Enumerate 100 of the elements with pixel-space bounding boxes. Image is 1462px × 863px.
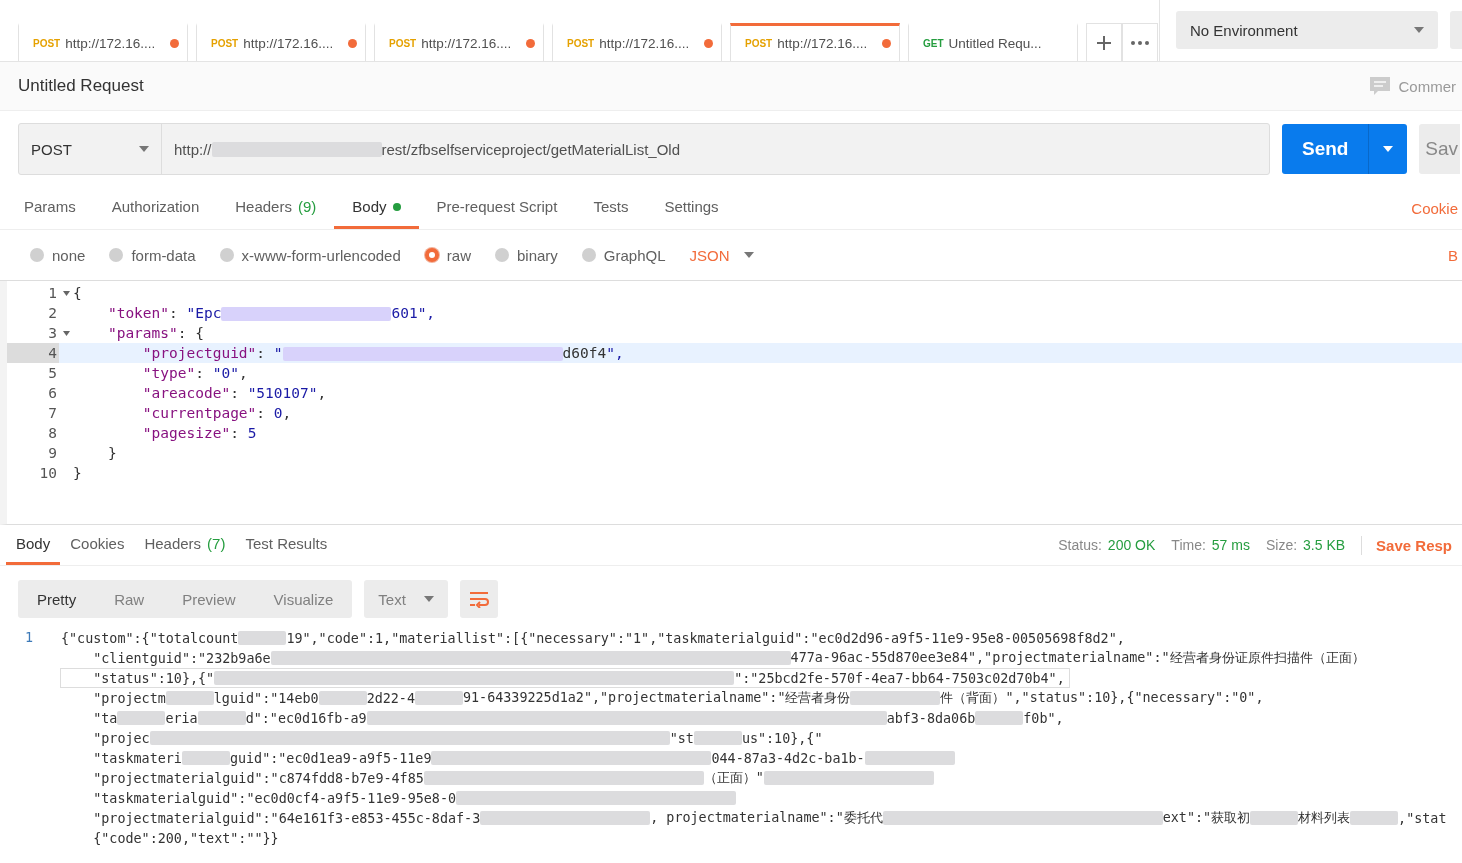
response-tab[interactable]: Headers (7) [134,525,236,565]
caret-icon [1383,146,1394,152]
line-number: 4 [7,343,59,363]
request-tab[interactable]: POST http://172.16.... [374,23,544,61]
tab-title: Untitled Requ... [948,36,1043,51]
code-text: 件（背面）","status":10},{"necessary":"0", [940,689,1264,707]
redaction-blur [318,691,367,705]
stat-value: 200 OK [1107,537,1156,553]
line-number: 8 [47,424,58,443]
code-text: "clientguid":"232b9a6e [92,650,271,666]
code-text: d60f4", [562,344,624,361]
tab-title: http://172.16.... [777,36,869,51]
more-icon [1131,40,1149,45]
code-text: } [73,465,82,481]
code-text: "st [669,730,694,746]
body-type-radio[interactable]: x-www-form-urlencoded [219,246,401,264]
method-label: POST [33,38,61,49]
stat-value: 3.5 KB [1303,537,1346,553]
body-type-radio[interactable]: GraphQL [581,246,666,264]
comment-icon [1370,77,1391,95]
code-text: eria [165,710,198,726]
redaction-blur [238,631,287,645]
code-text: {"code":200,"text":""}} [92,830,279,846]
redaction-blur [693,731,742,745]
request-section-tab[interactable]: Body [334,187,419,229]
body-type-radio[interactable]: binary [494,246,558,264]
method-label: POST [211,38,239,49]
request-tab[interactable]: GET Untitled Requ... [908,23,1078,61]
request-tab[interactable]: POST http://172.16.... [552,23,722,61]
redaction-blur [1350,811,1399,825]
send-button[interactable]: Send [1282,124,1408,174]
request-tab[interactable]: POST http://172.16.... [730,23,900,61]
code-text: "areacode": "510107", [141,385,327,401]
more-button[interactable] [1122,23,1158,61]
code-text: "projectm [92,690,166,706]
caret-icon [743,252,754,258]
plus-icon [1096,34,1112,51]
view-mode-option[interactable]: Preview [163,580,255,618]
tab-title: http://172.16.... [65,36,157,51]
code-text: ":"25bcd2fe-570f-4ea7-bb64-7503c02d70b4", [734,670,1065,686]
request-section-tab[interactable]: Settings [646,187,737,229]
code-text: 601", [391,304,436,321]
code-text: 19","code":1,"materiallist":[{"necessary":"1","taskmaterialguid":"ec0d2d96-a9f5-11e9-95e8-00505698f8d2", [286,630,1125,646]
stat-label: Status: [1058,537,1102,553]
code-text: 477a-96ac-55d870ee3e84","projectmaterialname":"经营者身份证原件扫描件（正面） [790,649,1365,667]
line-number: 7 [47,404,58,423]
view-mode-option[interactable]: Raw [95,580,164,618]
tab-title: http://172.16.... [421,36,513,51]
code-text: "ta [92,710,118,726]
request-tab[interactable]: POST http://172.16.... [196,23,366,61]
wrap-lines-icon[interactable] [459,580,498,618]
code-text: "status":10},{" [92,670,215,686]
body-type-radio[interactable]: none [30,246,86,264]
code-text: 91-64339225d1a2","projectmaterialname":"经营者身份 [463,689,851,707]
stat-label: Time: [1171,537,1206,553]
method-label: POST [567,38,595,49]
view-mode-option[interactable]: Pretty [18,580,96,618]
code-text: us":10},{" [741,730,823,746]
request-name: Untitled Request [18,76,144,96]
request-tab[interactable]: POST http://172.16.... [18,23,188,61]
caret-icon [1414,27,1424,33]
request-section-tab[interactable]: Headers (9) [217,187,335,229]
request-section-tab[interactable]: Params [6,187,94,229]
method-label: POST [389,38,417,49]
request-section-tab[interactable]: Authorization [93,187,218,229]
code-text: "token": "Epc [106,304,222,321]
caret-icon [423,596,434,602]
code-text: ext":"获取初 [1162,809,1251,827]
tab-title: http://172.16.... [599,36,691,51]
code-text: 044-87a3-4d2c-ba1b- [711,750,865,766]
code-text: lguid":"14eb0 [213,690,319,706]
response-tab[interactable]: Cookies [60,525,135,565]
code-text: "currentpage": 0, [141,405,292,421]
code-text: ,"stat [1398,810,1447,826]
response-tab[interactable]: Body [6,525,61,565]
line-number: 9 [47,444,58,463]
line-number: 6 [47,384,58,403]
environment-select[interactable]: No Environment [1176,11,1438,49]
code-text: "pagesize": 5 [141,425,257,441]
redaction-blur [181,751,230,765]
redaction-blur [165,691,214,705]
redaction-blur [197,711,246,725]
redaction-blur [975,711,1024,725]
code-text: "params": { [106,325,204,341]
code-text: "type": "0", [141,365,248,381]
body-type-radio[interactable]: form-data [109,246,196,264]
response-format-select[interactable]: Text [364,580,448,618]
new-tab-button[interactable] [1086,23,1122,61]
line-number: 3 [47,324,58,343]
code-text: guid":"ec0d1ea9-a9f5-11e9 [229,750,432,766]
request-section-tab[interactable]: Tests [575,187,647,229]
response-tab[interactable]: Test Results [235,525,338,565]
view-mode-option[interactable]: Visualize [254,580,353,618]
body-type-radio[interactable]: raw [424,246,471,264]
line-number: 1 [47,284,58,303]
request-section-tab[interactable]: Pre-request Script [418,187,576,229]
code-text: "projectguid": " [141,344,283,361]
code-text: "projectmaterialguid":"c874fdd8-b7e9-4f85 [92,770,424,786]
line-number: 2 [47,304,58,323]
code-text: "projectmaterialguid":"64e161f3-e853-455c-8daf-3 [92,810,481,826]
